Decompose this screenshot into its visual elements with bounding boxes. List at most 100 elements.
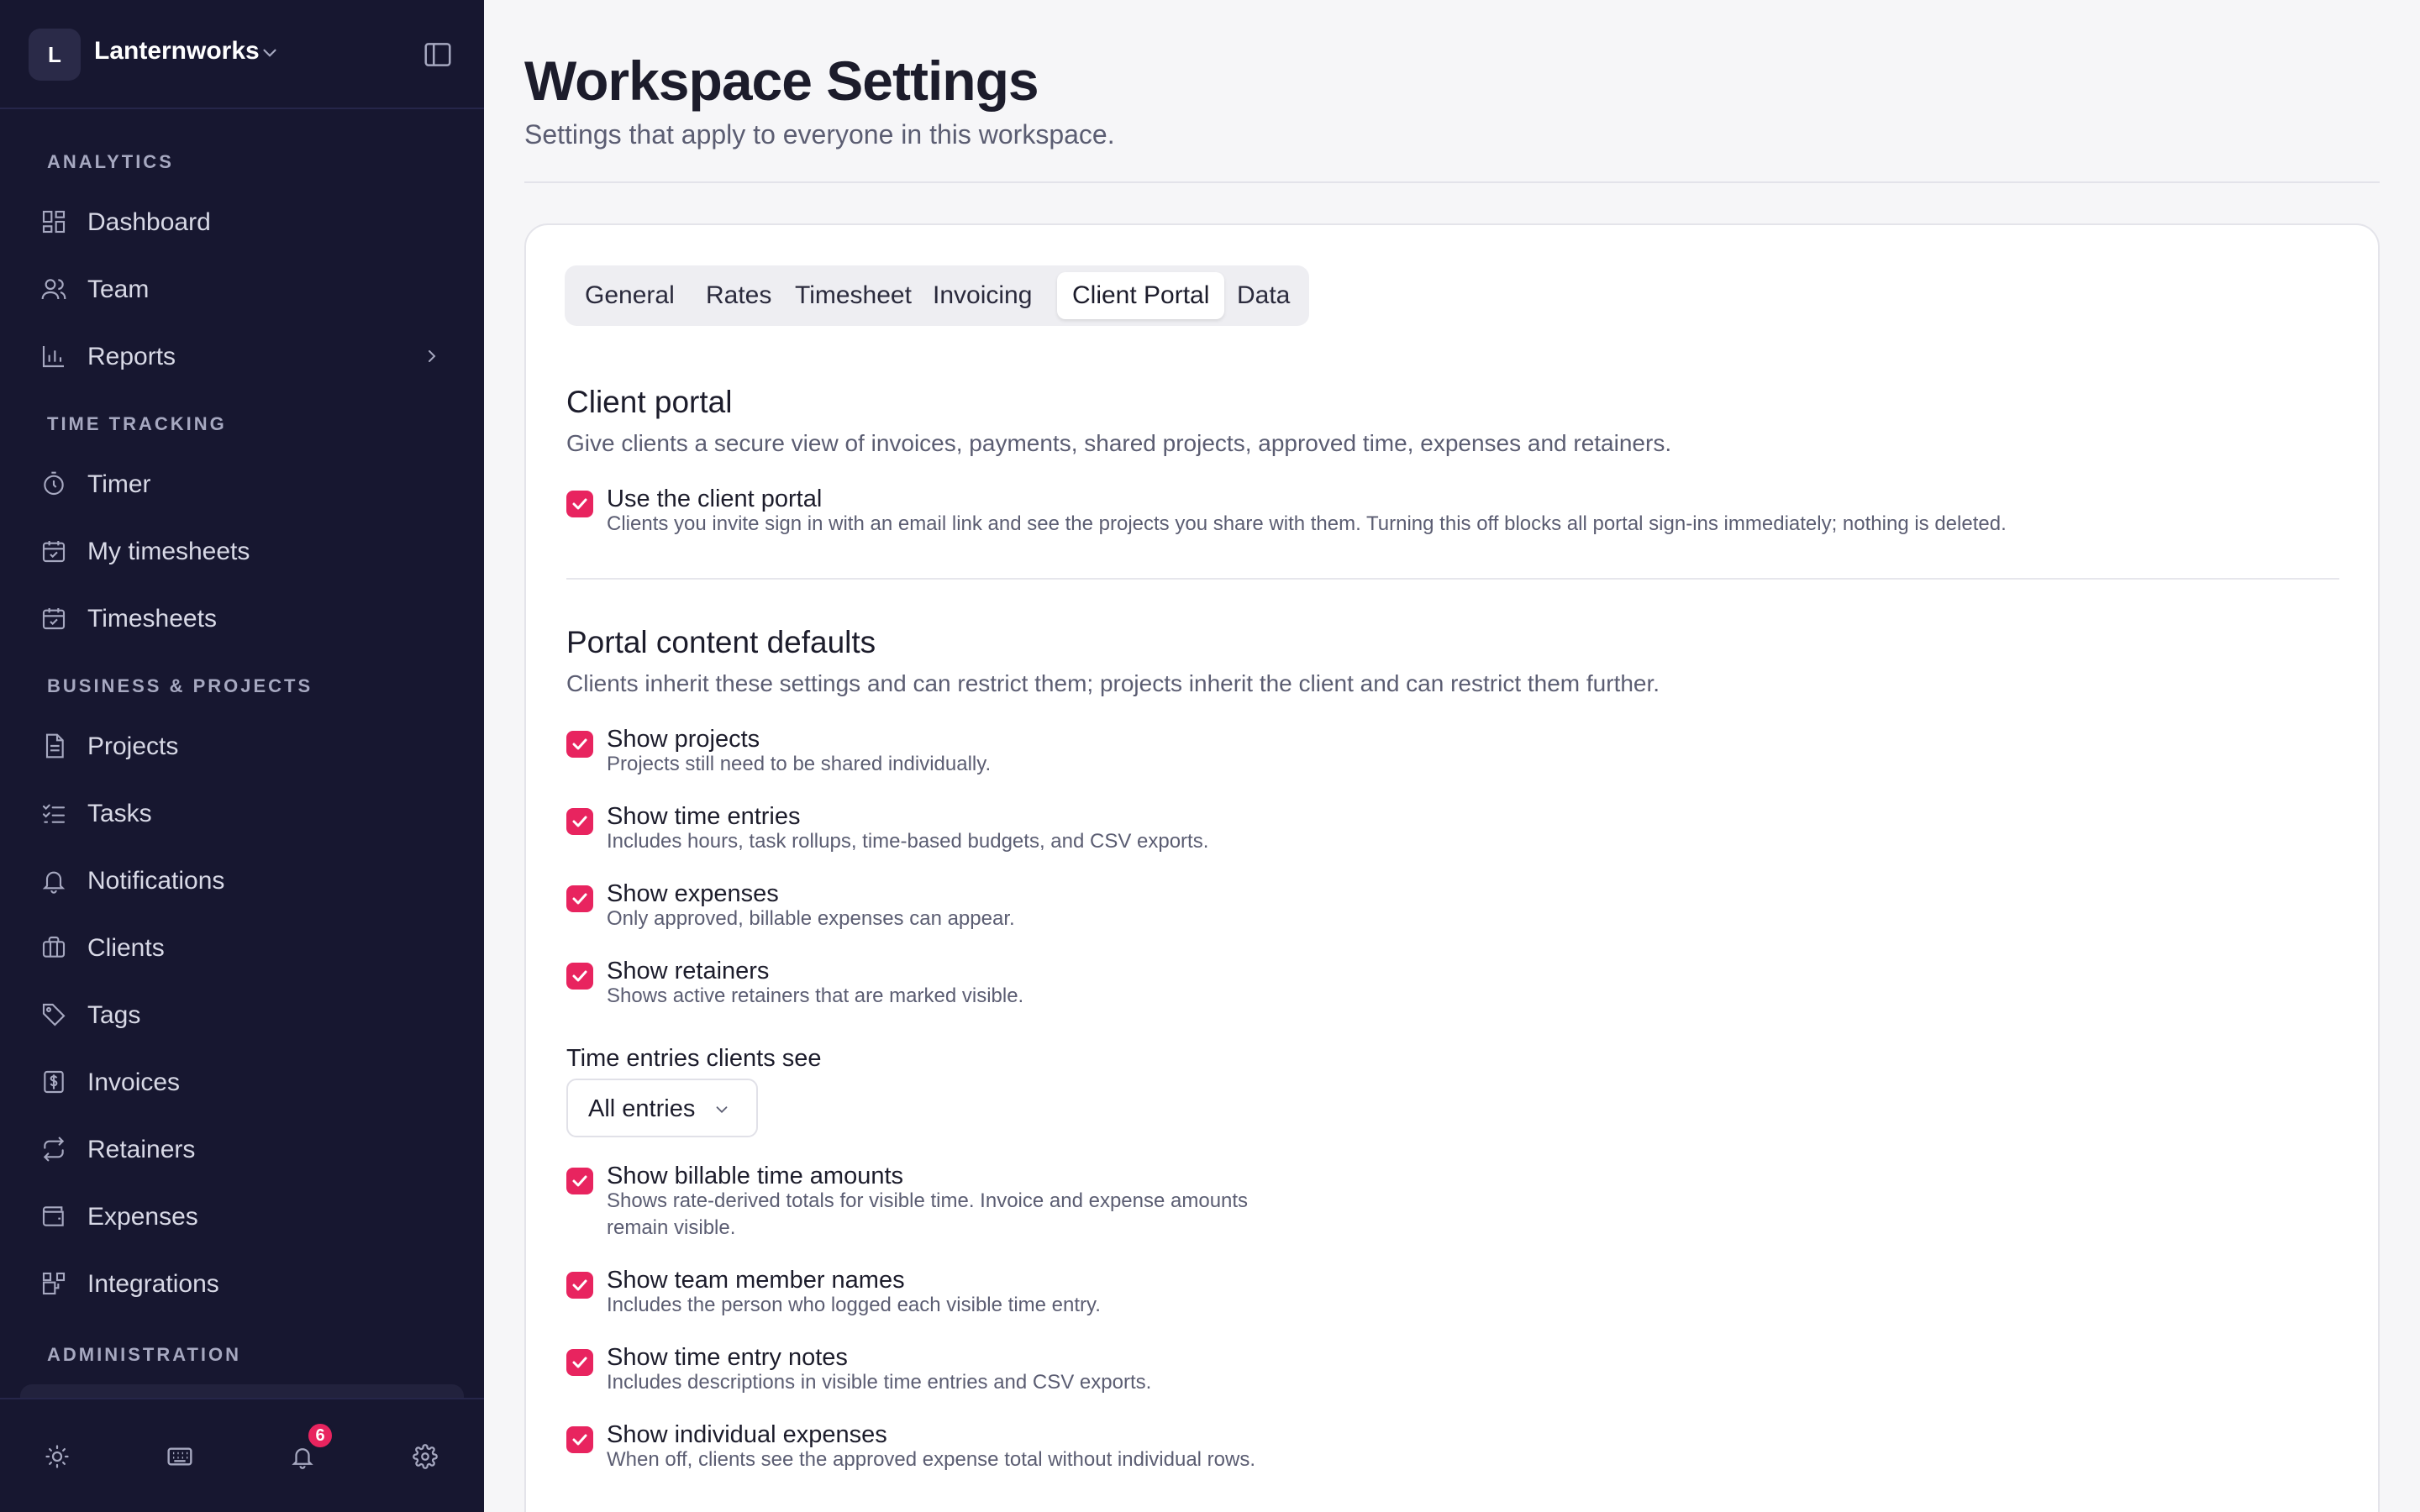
check-icon: [572, 1175, 587, 1187]
dashboard-icon: [42, 210, 66, 234]
option-description: Includes hours, task rollups, time-based…: [607, 830, 1209, 853]
team-icon: [41, 279, 66, 300]
show-projects-checkbox[interactable]: [566, 731, 593, 758]
select-value: All entries: [588, 1095, 696, 1122]
tab-timesheet[interactable]: Timesheet: [780, 272, 927, 319]
sidebar-item-integrations[interactable]: Integrations: [20, 1257, 464, 1310]
check-icon: [572, 498, 587, 510]
check-icon: [572, 893, 587, 905]
tab-rates[interactable]: Rates: [691, 272, 786, 319]
sidebar-item-reports[interactable]: Reports: [20, 329, 464, 383]
show-team-member-names-checkbox[interactable]: [566, 1272, 593, 1299]
timer-icon: [44, 471, 64, 496]
page-subtitle: Settings that apply to everyone in this …: [524, 119, 1115, 150]
show-individual-expenses-checkbox[interactable]: [566, 1426, 593, 1453]
sidebar-item-tags[interactable]: Tags: [20, 988, 464, 1042]
tasks-icon: [42, 804, 66, 823]
theme-toggle-button[interactable]: [37, 1436, 77, 1477]
sidebar-item-invoices[interactable]: Invoices: [20, 1055, 464, 1109]
calendar-icon: [42, 541, 66, 563]
show-time-entries-checkbox[interactable]: [566, 808, 593, 835]
sidebar-item-label: Reports: [87, 343, 176, 370]
sidebar-item-clients[interactable]: Clients: [20, 921, 464, 974]
sidebar-item-notifications[interactable]: Notifications: [20, 853, 464, 907]
check-icon: [572, 1434, 587, 1446]
sidebar-item-label: Notifications: [87, 867, 225, 895]
sidebar-item-expenses[interactable]: Expenses: [20, 1189, 464, 1243]
option-description: Shows active retainers that are marked v…: [607, 984, 1024, 1007]
keyboard-shortcuts-button[interactable]: [160, 1436, 200, 1477]
option-description: Projects still need to be shared individ…: [607, 753, 992, 775]
option-label: Show billable time amounts: [607, 1163, 904, 1189]
option-label: Use the client portal: [607, 486, 823, 512]
tab-invoicing[interactable]: Invoicing: [918, 272, 1047, 319]
sidebar-item-tasks[interactable]: Tasks: [20, 786, 464, 840]
option-label: Show retainers: [607, 958, 770, 984]
sidebar-item-label: My timesheets: [87, 538, 250, 565]
option-description: Includes the person who logged each visi…: [607, 1294, 1101, 1316]
use-client-portal-checkbox[interactable]: [566, 491, 593, 517]
option-label: Show team member names: [607, 1267, 905, 1294]
time-entries-field-label: Time entries clients see: [566, 1045, 822, 1072]
nav-section-analytics: ANALYTICS: [47, 151, 174, 172]
integrations-icon: [42, 1272, 66, 1295]
option-description: Clients you invite sign in with an email…: [607, 512, 2007, 535]
nav-section-business-projects: BUSINESS & PROJECTS: [47, 675, 313, 696]
check-icon: [572, 1357, 587, 1368]
sidebar-item-label: Integrations: [87, 1270, 219, 1298]
sidebar-item-my-timesheets[interactable]: My timesheets: [20, 524, 464, 578]
option-description: Only approved, billable expenses can app…: [607, 907, 1015, 930]
settings-button[interactable]: [405, 1436, 445, 1477]
section-title-content-defaults: Portal content defaults: [566, 625, 876, 659]
invoice-icon: [44, 1070, 64, 1094]
option-label: Show time entry notes: [607, 1344, 848, 1371]
check-icon: [572, 738, 587, 750]
section-description: Give clients a secure view of invoices, …: [566, 430, 1672, 456]
sidebar-item-timesheets[interactable]: Timesheets: [20, 591, 464, 645]
show-time-entry-notes-checkbox[interactable]: [566, 1349, 593, 1376]
reports-icon: [42, 346, 64, 368]
sidebar-item-label: Team: [87, 276, 150, 303]
show-expenses-checkbox[interactable]: [566, 885, 593, 912]
document-icon: [45, 733, 64, 759]
option-description-continued: remain visible.: [607, 1216, 736, 1239]
sidebar-item-timer[interactable]: Timer: [20, 457, 464, 511]
gear-icon: [413, 1444, 438, 1469]
chevron-down-icon: [716, 1106, 728, 1114]
check-icon: [572, 816, 587, 827]
sidebar-item-label: Projects: [87, 732, 179, 760]
divider: [524, 181, 2380, 183]
notification-count-badge: 6: [306, 1421, 334, 1450]
nav-section-time-tracking: TIME TRACKING: [47, 413, 227, 434]
check-icon: [572, 1279, 587, 1291]
briefcase-icon: [42, 936, 66, 958]
tab-general[interactable]: General: [570, 272, 690, 319]
check-icon: [572, 970, 587, 982]
sidebar-item-projects[interactable]: Projects: [20, 719, 464, 773]
tab-data[interactable]: Data: [1222, 272, 1305, 319]
sidebar-item-retainers[interactable]: Retainers: [20, 1122, 464, 1176]
sidebar-item-label: Dashboard: [87, 208, 211, 236]
sidebar-toggle-icon[interactable]: [422, 39, 454, 71]
sidebar-item-label: Retainers: [87, 1136, 196, 1163]
time-entries-select[interactable]: All entries: [566, 1079, 758, 1137]
sidebar-item-label: Timesheets: [87, 605, 217, 633]
sidebar-item-team[interactable]: Team: [20, 262, 464, 316]
chevron-down-icon: [263, 49, 276, 57]
sidebar-item-dashboard[interactable]: Dashboard: [20, 195, 464, 249]
workspace-name: Lanternworks: [94, 37, 260, 65]
sidebar-item-label: Tasks: [87, 800, 152, 827]
option-description: Includes descriptions in visible time en…: [607, 1371, 1152, 1394]
workspace-switcher[interactable]: L Lanternworks: [0, 0, 484, 109]
show-billable-amounts-checkbox[interactable]: [566, 1168, 593, 1194]
page-title: Workspace Settings: [524, 50, 1039, 112]
chevron-right-icon: [429, 350, 436, 362]
keyboard-icon: [167, 1447, 192, 1466]
tab-client-portal[interactable]: Client Portal: [1057, 272, 1225, 319]
sidebar-item-label: Timer: [87, 470, 151, 498]
sidebar-item-label: Tags: [87, 1001, 141, 1029]
settings-tabs: General Rates Timesheet Invoicing Client…: [565, 265, 1309, 326]
sidebar-footer: [0, 1398, 484, 1512]
sidebar-item-label: Invoices: [87, 1068, 181, 1096]
show-retainers-checkbox[interactable]: [566, 963, 593, 990]
